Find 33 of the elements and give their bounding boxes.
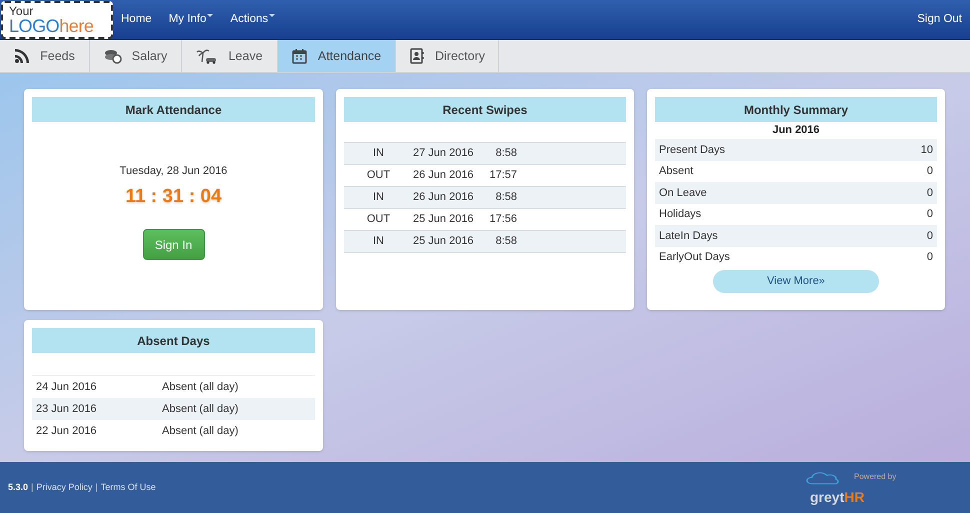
swipe-row: IN 27 Jun 2016 8:58 (344, 143, 626, 165)
palm-car-icon (196, 48, 218, 64)
summary-row: Present Days 10 (655, 139, 937, 160)
separator-text: | (31, 480, 34, 494)
footer-link[interactable]: Privacy Policy (36, 480, 92, 494)
summary-row: On Leave 0 (655, 182, 937, 204)
card-title: Monthly Summary (655, 97, 937, 122)
date-text: Tuesday, 28 Jun 2016 (120, 164, 228, 179)
coins-icon (104, 48, 122, 64)
nav-link[interactable]: Home (121, 10, 152, 28)
version-text: 5.3.0 (8, 480, 28, 494)
card-title: Mark Attendance (32, 97, 315, 122)
calendar-icon (292, 48, 308, 64)
contact-card-icon (408, 48, 425, 64)
card-title: Absent Days (32, 328, 315, 353)
sign-out-link[interactable]: Sign Out (917, 10, 962, 28)
separator-text: | (95, 480, 98, 494)
card-title: Recent Swipes (344, 97, 626, 122)
swipe-row: IN 26 Jun 2016 8:58 (344, 187, 626, 209)
swipe-row: IN 25 Jun 2016 8:58 (344, 231, 626, 253)
footer-link[interactable]: Terms Of Use (100, 480, 156, 494)
month-label: Jun 2016 (771, 123, 821, 138)
summary-row: LateIn Days 0 (655, 225, 937, 246)
tab[interactable]: Attendance (278, 40, 396, 72)
absent-row: 23 Jun 2016 Absent (all day) (32, 398, 315, 420)
clock-time: 11 : 31 : 04 (125, 184, 222, 208)
logo: Your LOGOhere (1, 0, 113, 38)
brand-logo: Powered by greytHR (806, 470, 906, 504)
nav-link[interactable]: Actions (230, 10, 276, 28)
rss-icon (14, 48, 30, 64)
cloud-icon (806, 470, 842, 484)
nav-link[interactable]: My Info (168, 10, 214, 28)
view-more-button[interactable]: View More» (713, 270, 879, 293)
